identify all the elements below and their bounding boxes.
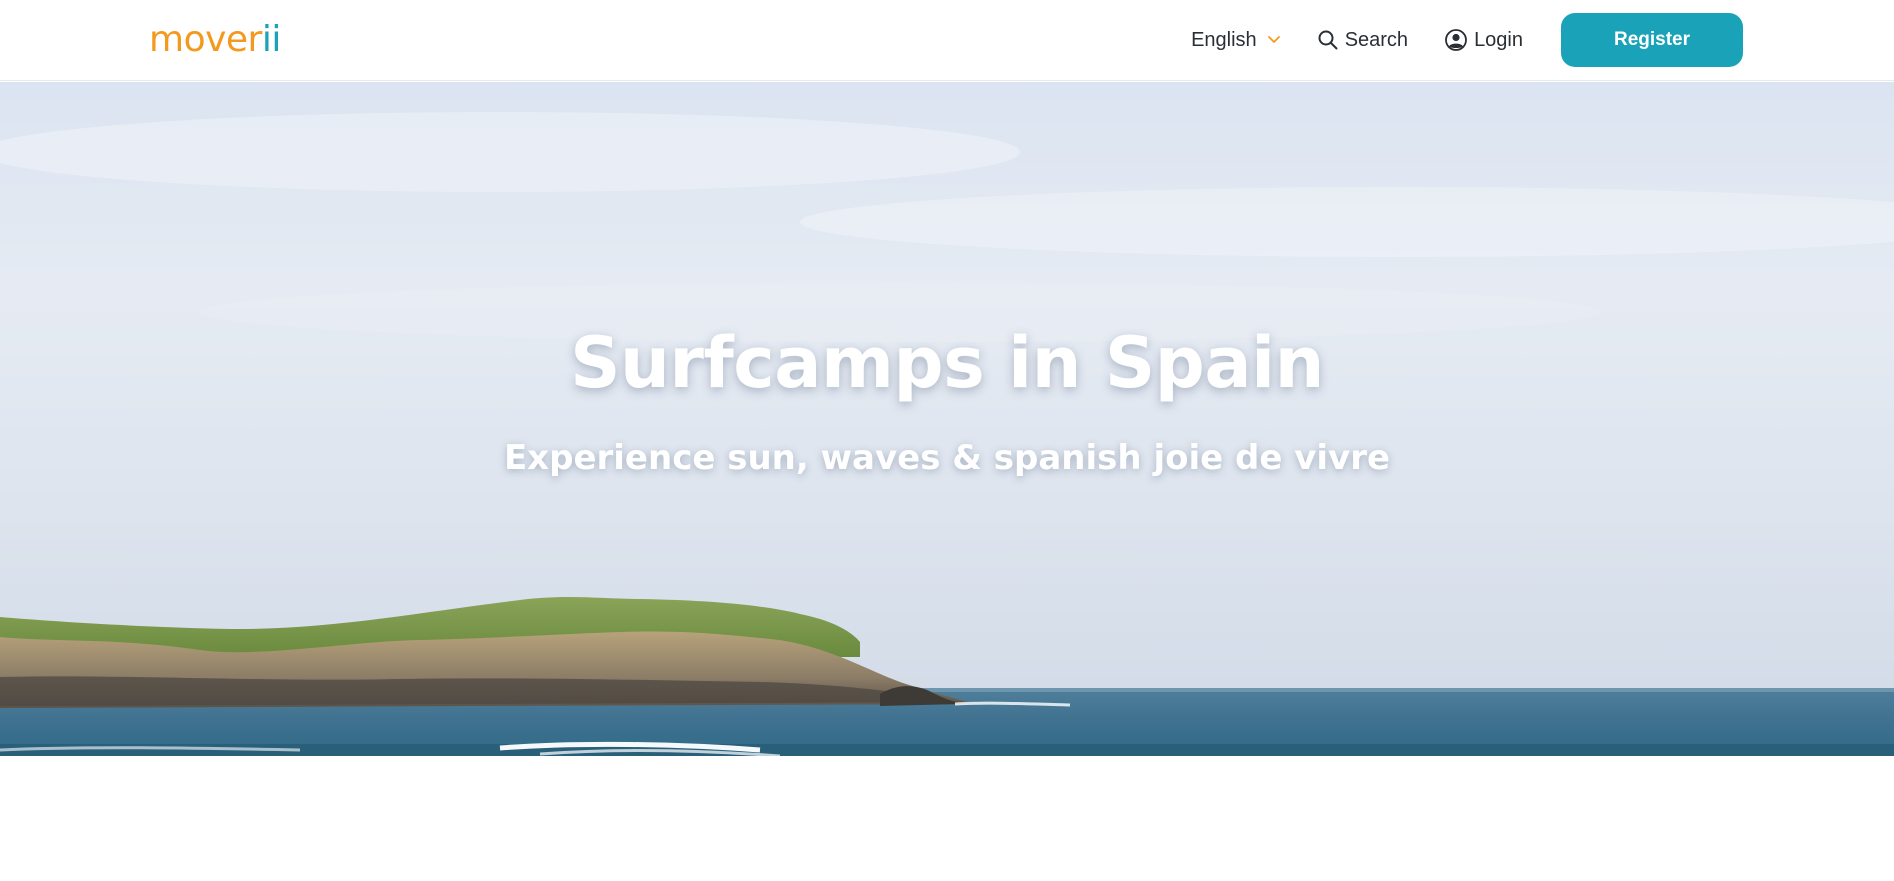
login-link[interactable]: Login [1444,28,1523,52]
hero-subtitle: Experience sun, waves & spanish joie de … [503,438,1391,478]
language-selector[interactable]: English [1191,29,1281,52]
logo-text-main: mover [149,19,262,60]
search-icon [1317,29,1339,51]
hero-background-image [0,82,1894,756]
language-label: English [1191,28,1257,51]
main-nav: English Search Login Register [1191,13,1743,67]
search-label: Search [1344,28,1409,51]
hero-banner: Surfcamps in Spain Experience sun, waves… [0,82,1894,756]
hero-title: Surfcamps in Spain [570,322,1324,404]
logo-text-accent: ii [261,19,282,60]
login-label: Login [1474,28,1523,51]
moverii-logo[interactable]: mover ii [149,15,281,65]
chevron-down-icon [1267,35,1281,45]
user-circle-icon [1444,28,1468,52]
search-link[interactable]: Search [1317,29,1408,52]
site-header: mover ii English Search Login Register [0,0,1894,81]
register-button[interactable]: Register [1561,13,1743,67]
